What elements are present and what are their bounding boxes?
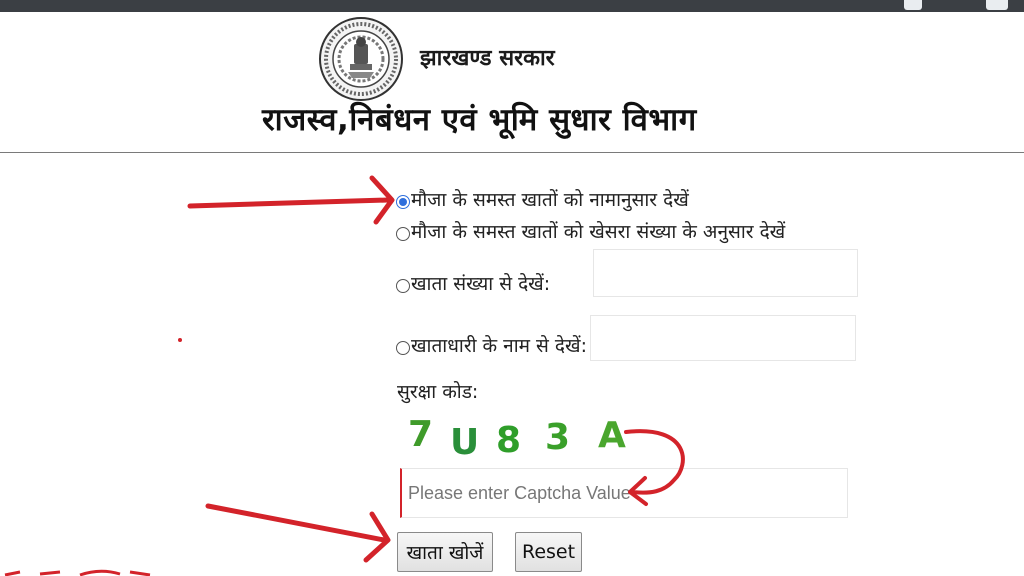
- radio-khata-sankhya[interactable]: [396, 279, 410, 293]
- arrow-to-option-icon: [187, 197, 391, 209]
- captcha-input[interactable]: [400, 468, 848, 518]
- captcha-char: U: [450, 422, 480, 463]
- captcha-char: A: [598, 415, 626, 456]
- owner-name-input[interactable]: [590, 315, 856, 361]
- option-label: खाता संख्या से देखें:: [411, 273, 551, 295]
- search-khata-button[interactable]: खाता खोजें: [397, 532, 493, 572]
- captcha-label: सुरक्षा कोड:: [397, 381, 479, 403]
- option-naam-anusar[interactable]: मौजा के समस्त खातों को नामानुसार देखें: [396, 186, 689, 212]
- option-khatadhari-naam[interactable]: खाताधारी के नाम से देखें:: [396, 332, 587, 358]
- browser-top-bar: [0, 0, 1024, 12]
- dot-mark-icon: [178, 338, 182, 342]
- site-header: झारखण्ड सरकार राजस्व,निबंधन एवं भूमि सुध…: [0, 12, 1024, 154]
- option-khesra-anusar[interactable]: मौजा के समस्त खातों को खेसरा संख्या के अ…: [396, 218, 785, 244]
- annotation-scribble: [4, 569, 151, 576]
- reset-button[interactable]: Reset: [515, 532, 582, 572]
- department-title: राजस्व,निबंधन एवं भूमि सुधार विभाग: [262, 102, 697, 138]
- option-label: खाताधारी के नाम से देखें:: [411, 335, 587, 357]
- radio-khatadhari-naam[interactable]: [396, 341, 410, 355]
- government-name: झारखण्ड सरकार: [420, 46, 555, 71]
- arrow-head-icon: [363, 511, 391, 563]
- captcha-char: 7: [408, 414, 434, 455]
- option-label: मौजा के समस्त खातों को खेसरा संख्या के अ…: [411, 221, 786, 243]
- header-divider: [0, 152, 1024, 153]
- captcha-image: 7 U 8 3 A: [400, 412, 640, 463]
- option-label: मौजा के समस्त खातों को नामानुसार देखें: [411, 189, 689, 211]
- arrow-head-icon: [369, 175, 395, 225]
- option-khata-sankhya[interactable]: खाता संख्या से देखें:: [396, 270, 550, 296]
- radio-naam-anusar[interactable]: [396, 195, 410, 209]
- captcha-char: 3: [545, 417, 571, 458]
- toolbar-icon[interactable]: [986, 0, 1008, 10]
- khata-number-input[interactable]: [593, 249, 858, 297]
- captcha-char: 8: [496, 420, 522, 461]
- radio-khesra-anusar[interactable]: [396, 227, 410, 241]
- toolbar-icon[interactable]: [904, 0, 922, 10]
- jharkhand-emblem-icon: [319, 17, 403, 101]
- arrow-to-search-button-icon: [205, 503, 387, 543]
